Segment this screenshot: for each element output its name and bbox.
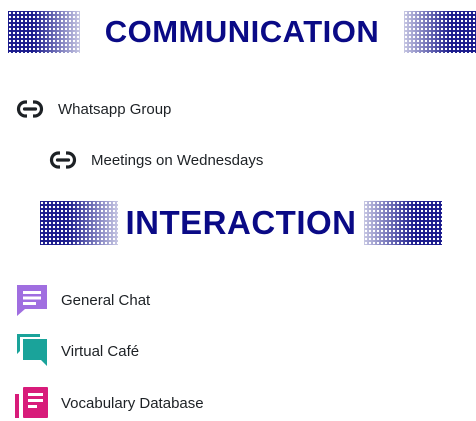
activity-whatsapp-group[interactable]: Whatsapp Group xyxy=(16,99,171,119)
link-icon xyxy=(16,100,44,118)
activity-general-chat[interactable]: General Chat xyxy=(14,282,150,318)
section-title-interaction: INTERACTION xyxy=(125,204,357,241)
banner-pattern-left xyxy=(8,11,80,53)
activity-meetings-on-wednesdays[interactable]: Meetings on Wednesdays xyxy=(49,150,263,170)
activity-label[interactable]: Vocabulary Database xyxy=(61,395,204,412)
banner-pattern-right xyxy=(404,11,476,53)
chat-icon xyxy=(17,285,47,316)
banner-pattern-left xyxy=(40,201,118,245)
activity-label[interactable]: General Chat xyxy=(61,292,150,309)
banner-pattern-right xyxy=(364,201,442,245)
database-icon xyxy=(15,387,48,418)
activity-label[interactable]: Meetings on Wednesdays xyxy=(91,152,263,169)
activity-label[interactable]: Virtual Café xyxy=(61,343,139,360)
section-title-communication: COMMUNICATION xyxy=(104,14,380,49)
link-icon xyxy=(49,151,77,169)
forum-icon xyxy=(17,334,47,366)
interaction-banner: INTERACTION xyxy=(40,201,442,245)
activity-virtual-cafe[interactable]: Virtual Café xyxy=(14,333,139,369)
communication-banner: COMMUNICATION xyxy=(8,11,476,53)
activity-vocabulary-database[interactable]: Vocabulary Database xyxy=(14,385,204,421)
activity-label[interactable]: Whatsapp Group xyxy=(58,101,171,118)
